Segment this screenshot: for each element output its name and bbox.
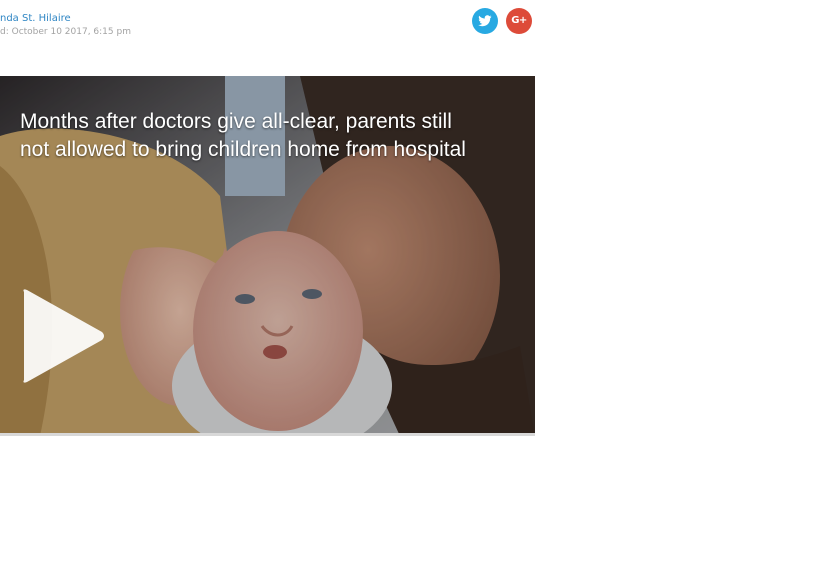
google-plus-share-button[interactable]: G+ — [506, 8, 532, 34]
play-icon[interactable] — [18, 286, 108, 386]
video-title-line-1: Months after doctors give all-clear, par… — [20, 110, 452, 133]
video-title-overlay: Months after doctors give all-clear, par… — [20, 108, 535, 164]
author-name-link[interactable]: nda St. Hilaire — [0, 12, 300, 26]
video-progress-bar[interactable] — [0, 433, 535, 436]
posted-date: d: October 10 2017, 6:15 pm — [0, 27, 131, 37]
video-player[interactable]: Months after doctors give all-clear, par… — [0, 76, 535, 436]
article-byline: nda St. Hilaire d: October 10 2017, 6:15… — [0, 12, 300, 39]
twitter-share-button[interactable] — [472, 8, 498, 34]
twitter-bird-icon — [478, 15, 492, 27]
video-title-line-2: not allowed to bring children home from … — [20, 138, 466, 161]
google-plus-icon: G+ — [511, 15, 527, 26]
